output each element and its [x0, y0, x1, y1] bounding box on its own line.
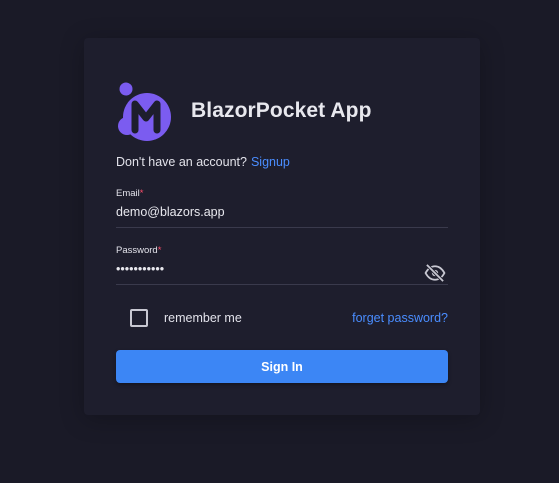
remember-me-label: remember me: [164, 311, 242, 325]
login-card: BlazorPocket App Don't have an account? S…: [84, 38, 480, 415]
required-mark: *: [139, 188, 144, 199]
m-logo-icon: [118, 82, 171, 141]
password-label: Password*: [116, 245, 448, 256]
required-mark: *: [157, 245, 162, 256]
sign-in-button[interactable]: Sign In: [116, 350, 448, 383]
remember-me-checkbox[interactable]: remember me: [130, 309, 242, 327]
eye-off-icon[interactable]: [424, 264, 446, 282]
signup-link[interactable]: Signup: [251, 155, 290, 169]
password-input[interactable]: [116, 260, 406, 278]
signup-prompt-text: Don't have an account?: [116, 155, 247, 169]
email-input[interactable]: [116, 203, 406, 221]
checkbox-box[interactable]: [130, 309, 148, 327]
password-field: Password*: [116, 245, 448, 285]
email-label-text: Email: [116, 188, 140, 199]
forgot-password-link[interactable]: forget password?: [352, 311, 448, 325]
email-label: Email*: [116, 188, 448, 199]
email-field: Email*: [116, 188, 448, 228]
brand-header: BlazorPocket App: [115, 80, 372, 142]
signup-prompt: Don't have an account? Signup: [116, 155, 290, 169]
app-title: BlazorPocket App: [191, 99, 372, 122]
password-label-text: Password: [116, 245, 158, 256]
